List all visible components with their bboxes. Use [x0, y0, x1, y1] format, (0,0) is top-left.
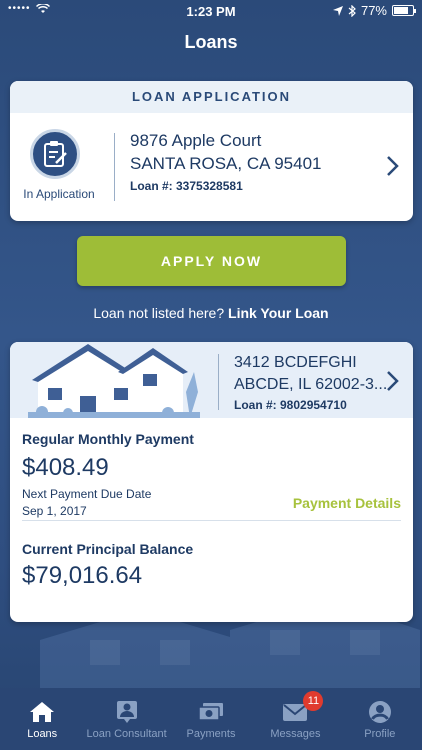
- monthly-payment-label: Regular Monthly Payment: [22, 431, 194, 447]
- chevron-right-icon[interactable]: [385, 370, 399, 392]
- tab-loan-consultant[interactable]: Loan Consultant: [84, 688, 168, 750]
- link-loan-prompt: Loan not listed here? Link Your Loan: [0, 305, 422, 321]
- loan-number: Loan #: 9802954710: [234, 398, 347, 412]
- tab-profile[interactable]: Profile: [338, 688, 422, 750]
- battery-percent: 77%: [360, 3, 387, 18]
- tab-label: Profile: [364, 728, 396, 740]
- tab-label: Payments: [186, 728, 236, 740]
- payments-icon: [198, 703, 224, 721]
- home-icon: [30, 702, 55, 722]
- house-illustration: [28, 344, 200, 418]
- property-address-line2: SANTA ROSA, CA 95401: [130, 154, 322, 173]
- consultant-icon: [116, 701, 137, 723]
- battery-icon: [392, 5, 416, 16]
- location-arrow-icon: [332, 5, 343, 16]
- tab-label: Messages: [270, 728, 321, 740]
- page-title: Loans: [184, 32, 238, 52]
- loan-card: 3412 BCDEFGHI ABCDE, IL 62002-3... Loan …: [10, 342, 413, 622]
- tab-bar: Loans Loan Consultant Payments Messages …: [0, 688, 422, 750]
- section-divider: [22, 520, 401, 521]
- due-date-label: Next Payment Due Date: [22, 487, 152, 501]
- application-status: In Application: [23, 187, 95, 201]
- payment-details-link[interactable]: Payment Details: [293, 495, 401, 511]
- principal-balance-label: Current Principal Balance: [22, 541, 194, 557]
- property-address-line1: 9876 Apple Court: [130, 131, 262, 150]
- bluetooth-icon: [348, 4, 356, 17]
- tab-label: Loans: [27, 728, 58, 740]
- divider: [114, 133, 115, 201]
- principal-balance-amount: $79,016.64: [22, 562, 143, 589]
- monthly-payment-amount: $408.49: [22, 454, 109, 481]
- tab-label: Loan Consultant: [86, 728, 167, 740]
- loan-number: Loan #: 3375328581: [130, 179, 243, 193]
- tab-loans[interactable]: Loans: [0, 688, 84, 750]
- property-address-line2: ABCDE, IL 62002-3...: [234, 376, 388, 393]
- clipboard-icon: [30, 129, 80, 179]
- divider: [218, 354, 219, 410]
- link-your-loan-link[interactable]: Link Your Loan: [228, 305, 329, 321]
- loan-application-header: LOAN APPLICATION: [10, 81, 413, 113]
- messages-badge: 11: [303, 691, 324, 711]
- tab-messages[interactable]: Messages 11: [253, 688, 337, 750]
- property-address-line1: 3412 BCDEFGHI: [234, 354, 357, 371]
- profile-icon: [368, 701, 391, 723]
- link-loan-prompt-text: Loan not listed here?: [93, 305, 225, 321]
- due-date-value: Sep 1, 2017: [22, 504, 87, 518]
- loan-application-card[interactable]: LOAN APPLICATION In Application 9876 App…: [10, 81, 413, 221]
- apply-now-button[interactable]: APPLY NOW: [77, 236, 346, 286]
- loan-card-header[interactable]: 3412 BCDEFGHI ABCDE, IL 62002-3... Loan …: [10, 342, 413, 418]
- status-bar: ••••• 1:23 PM 77%: [0, 0, 422, 22]
- chevron-right-icon[interactable]: [385, 155, 399, 177]
- tab-payments[interactable]: Payments: [169, 688, 253, 750]
